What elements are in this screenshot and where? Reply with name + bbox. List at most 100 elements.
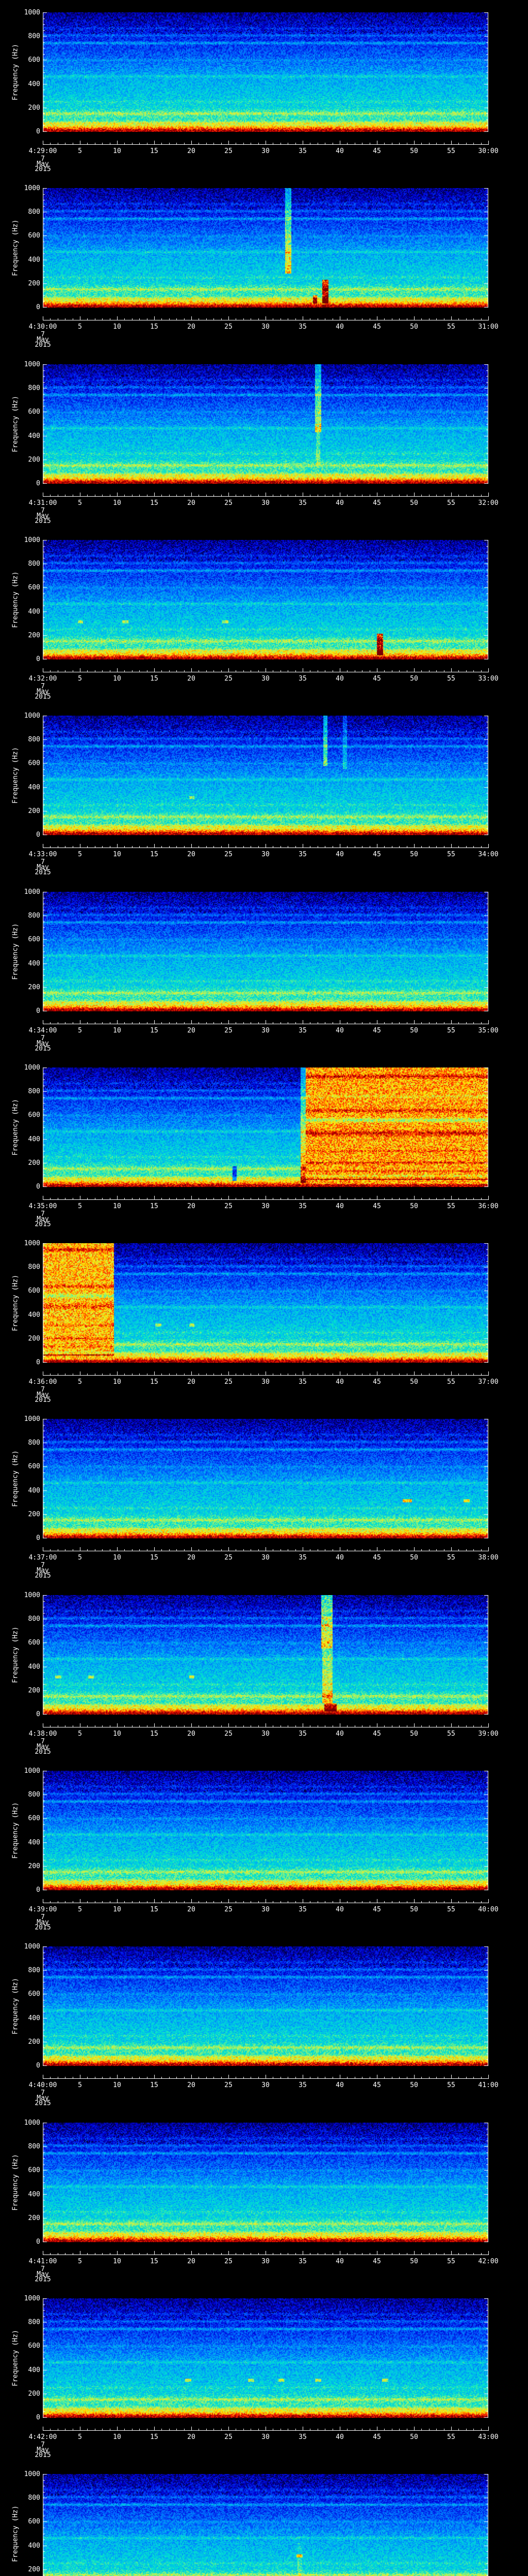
x-minor-tick xyxy=(458,2077,459,2078)
x-minor-tick xyxy=(473,1022,474,1024)
x-tick-label: 40 xyxy=(336,675,344,683)
y-tick-label: 1000 xyxy=(24,1064,40,1072)
x-tick-label: 30 xyxy=(261,1027,270,1035)
x-tick-label: 50 xyxy=(410,2258,418,2265)
x-minor-tick xyxy=(436,1374,437,1375)
y-tick-label: 800 xyxy=(28,736,40,743)
x-minor-tick xyxy=(429,1725,430,1727)
y-axis-title: Frequency (Hz) xyxy=(11,219,20,276)
x-minor-tick xyxy=(87,1725,88,1727)
x-minor-tick xyxy=(295,1374,296,1375)
x-minor-tick xyxy=(132,846,133,848)
x-tick-label: 25 xyxy=(224,1378,233,1386)
x-tick-label: 20 xyxy=(187,323,195,331)
x-tick-label: 55 xyxy=(447,1906,455,1913)
x-tick-label: 55 xyxy=(447,1554,455,1562)
x-minor-tick xyxy=(50,2429,51,2430)
x-tick-label: 5 xyxy=(78,1027,82,1035)
x-minor-tick xyxy=(421,1549,422,1551)
x-minor-tick xyxy=(221,1901,222,1903)
x-major-tick xyxy=(488,2251,489,2255)
x-tick-label: 35 xyxy=(299,2258,307,2265)
y-tick-label: 1000 xyxy=(24,9,40,16)
x-minor-tick xyxy=(258,2429,259,2430)
x-minor-tick xyxy=(466,2429,467,2430)
x-tick-label: 45 xyxy=(373,1027,381,1035)
y-tick-label: 0 xyxy=(36,480,40,487)
x-minor-tick xyxy=(473,2253,474,2255)
x-start-time-label: 4:42:00 xyxy=(28,2433,57,2441)
date-year: 2015 xyxy=(35,869,51,876)
x-tick-label: 5 xyxy=(78,2081,82,2089)
x-minor-tick xyxy=(161,2429,162,2430)
x-minor-tick xyxy=(87,1374,88,1375)
y-tick-label: 0 xyxy=(36,1007,40,1015)
x-major-tick xyxy=(451,493,452,496)
x-minor-tick xyxy=(295,846,296,848)
x-minor-tick xyxy=(458,1022,459,1024)
date-year: 2015 xyxy=(35,1924,51,1931)
x-minor-tick xyxy=(421,846,422,848)
x-major-tick xyxy=(414,1196,415,1199)
x-minor-tick xyxy=(184,846,185,848)
x-minor-tick xyxy=(481,2077,482,2078)
x-tick-label: 10 xyxy=(113,2433,121,2441)
x-minor-tick xyxy=(206,2429,207,2430)
x-minor-tick xyxy=(347,670,348,672)
x-tick-label: 20 xyxy=(187,1730,195,1738)
y-tick-label: 1000 xyxy=(24,1591,40,1599)
x-major-tick xyxy=(191,2251,192,2255)
x-tick-label: 50 xyxy=(410,1378,418,1386)
x-minor-tick xyxy=(87,1022,88,1024)
x-minor-tick xyxy=(139,318,140,320)
x-minor-tick xyxy=(87,1901,88,1903)
x-tick-label: 25 xyxy=(224,499,233,507)
x-minor-tick xyxy=(176,1549,177,1551)
x-minor-tick xyxy=(124,846,125,848)
x-tick-label: 35 xyxy=(299,147,307,155)
x-tick-label: 45 xyxy=(373,851,381,858)
x-tick-label: 50 xyxy=(410,851,418,858)
x-minor-tick xyxy=(258,2077,259,2078)
x-tick-label: 30 xyxy=(261,675,270,683)
x-tick-label: 10 xyxy=(113,675,121,683)
x-end-time-label: 43:00 xyxy=(478,2433,499,2441)
x-minor-tick xyxy=(132,1198,133,1199)
x-tick-label: 15 xyxy=(150,323,158,331)
x-minor-tick xyxy=(399,1022,400,1024)
spectrogram-panel-43100: Frequency (Hz) 7 May 2015 1000 800 600 400 2… xyxy=(0,352,528,528)
x-major-tick xyxy=(228,2427,229,2430)
y-tick-label: 600 xyxy=(28,56,40,64)
x-minor-tick xyxy=(436,846,437,848)
x-minor-tick xyxy=(295,2429,296,2430)
x-minor-tick xyxy=(184,2253,185,2255)
x-minor-tick xyxy=(161,670,162,672)
y-tick-label: 400 xyxy=(28,1663,40,1671)
x-minor-tick xyxy=(124,143,125,144)
y-tick-label: 0 xyxy=(36,2062,40,2070)
x-minor-tick xyxy=(347,1022,348,1024)
x-minor-tick xyxy=(384,2077,385,2078)
x-minor-tick xyxy=(161,1022,162,1024)
y-tick-label: 800 xyxy=(28,2494,40,2502)
x-minor-tick xyxy=(132,670,133,672)
x-tick-label: 15 xyxy=(150,1554,158,1562)
x-minor-tick xyxy=(176,1901,177,1903)
x-major-tick xyxy=(191,2075,192,2078)
y-tick-label: 800 xyxy=(28,560,40,568)
x-minor-tick xyxy=(206,1198,207,1199)
x-major-tick xyxy=(117,316,118,320)
x-minor-tick xyxy=(206,143,207,144)
x-major-tick xyxy=(117,1371,118,1375)
x-major-tick xyxy=(154,316,155,320)
x-minor-tick xyxy=(213,2077,214,2078)
x-minor-tick xyxy=(213,1022,214,1024)
x-minor-tick xyxy=(258,495,259,496)
x-tick-label: 5 xyxy=(78,2433,82,2441)
x-major-tick xyxy=(191,1723,192,1727)
x-minor-tick xyxy=(384,143,385,144)
x-tick-label: 55 xyxy=(447,1378,455,1386)
y-tick-label: 400 xyxy=(28,2366,40,2374)
x-major-tick xyxy=(488,1020,489,1024)
y-tick-label: 600 xyxy=(28,2518,40,2526)
